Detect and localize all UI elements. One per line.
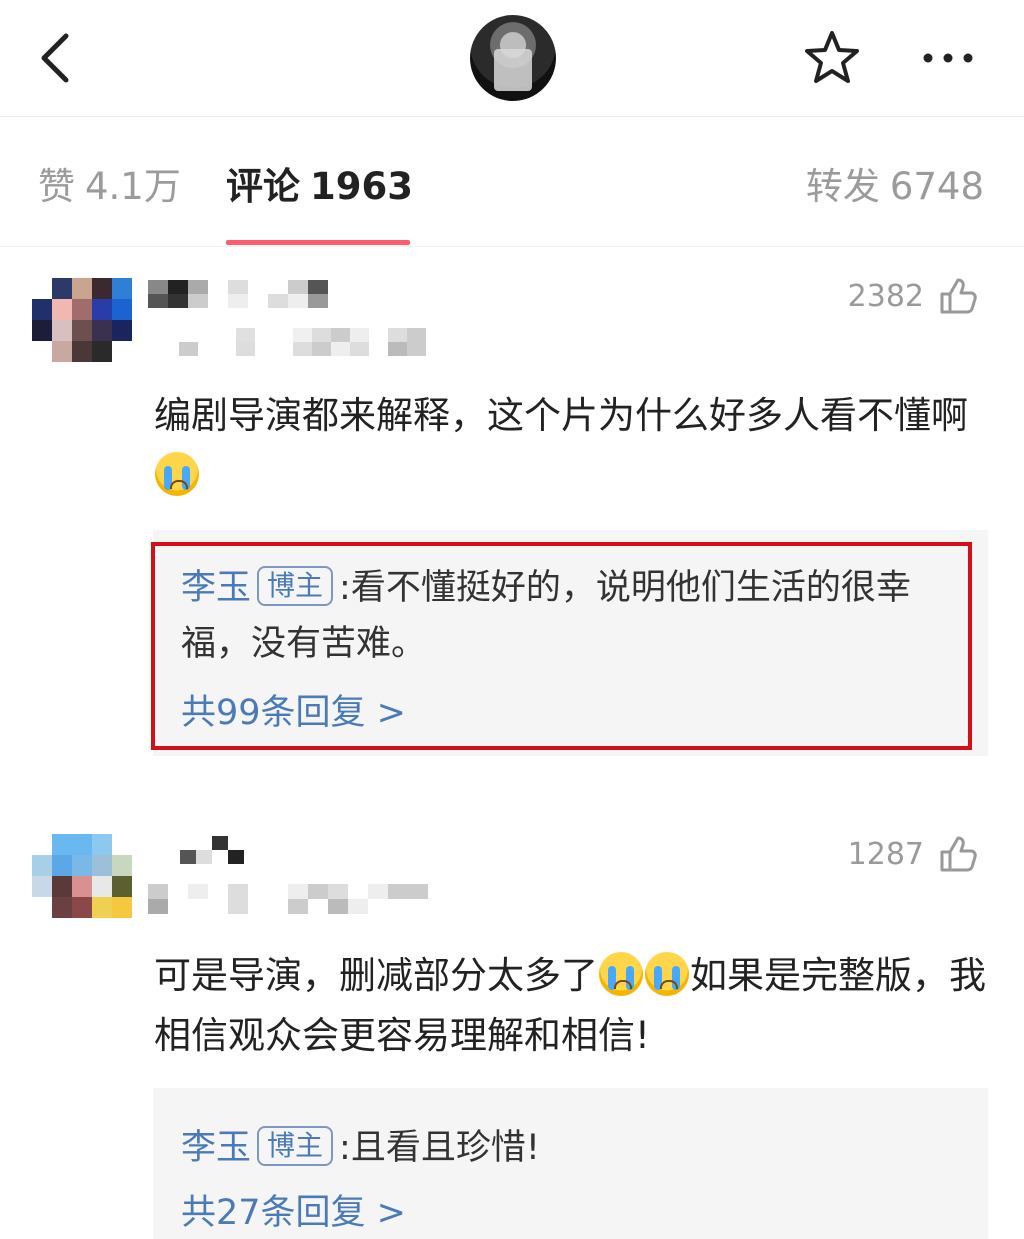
tab-comments-count: 1963 — [310, 165, 413, 208]
comment-text-body: 可是导演，删减部分太多了 — [154, 954, 598, 997]
commenter-avatar-pixelated[interactable] — [32, 278, 132, 362]
reply-author[interactable]: 李玉 — [181, 1128, 251, 1168]
tab-reposts[interactable]: 转发 6748 — [806, 156, 984, 210]
comment-meta-pixelated — [160, 328, 426, 356]
top-nav-bar — [0, 0, 1024, 117]
comment-item: 1287 可是导演，删减部分太多了 如果是完整版，我相信观众会更容易理解和相信! … — [0, 806, 1024, 1239]
like-count: 2382 — [847, 278, 924, 314]
commenter-name-pixelated[interactable] — [148, 280, 328, 308]
commenter-name-pixelated[interactable] — [180, 836, 244, 864]
reply-separator: : — [339, 1128, 351, 1168]
like-button[interactable]: 2382 — [848, 276, 978, 316]
back-icon[interactable] — [30, 28, 90, 88]
author-avatar[interactable] — [470, 15, 556, 101]
more-icon[interactable] — [916, 28, 980, 88]
tab-bar: 赞 4.1万 评论 1963 转发 6748 — [0, 116, 1024, 247]
blogger-badge: 博主 — [257, 1126, 334, 1166]
highlight-annotation-box — [151, 542, 972, 750]
tab-likes[interactable]: 赞 4.1万 — [38, 156, 181, 210]
reply-preview-box[interactable]: 李玉 博主:且看且珍惜! 共27条回复 > — [153, 1088, 988, 1239]
tab-likes-label: 赞 — [38, 165, 75, 208]
crying-emoji-icon — [155, 452, 199, 496]
reply-body: 且看且珍惜! — [350, 1128, 540, 1168]
comment-text-body: 编剧导演都来解释，这个片为什么好多人看不懂啊 — [154, 394, 968, 437]
thumbs-up-icon — [940, 278, 977, 314]
active-tab-indicator — [226, 240, 410, 245]
tab-likes-count: 4.1万 — [85, 165, 181, 208]
thumbs-up-icon — [940, 836, 977, 872]
tab-reposts-count: 6748 — [889, 165, 984, 208]
tab-reposts-label: 转发 — [805, 165, 880, 208]
comment-text: 可是导演，删减部分太多了 如果是完整版，我相信观众会更容易理解和相信! — [154, 946, 994, 1066]
comment-text: 编剧导演都来解释，这个片为什么好多人看不懂啊 — [154, 386, 994, 506]
commenter-avatar-pixelated[interactable] — [32, 834, 132, 918]
tab-comments-label: 评论 — [226, 165, 300, 208]
crying-emoji-icon — [645, 952, 689, 996]
like-button[interactable]: 1287 — [848, 834, 978, 874]
tab-comments[interactable]: 评论 1963 — [226, 156, 413, 210]
crying-emoji-icon — [599, 952, 643, 996]
reply-text: 李玉 博主:且看且珍惜! — [181, 1120, 964, 1176]
star-icon[interactable] — [802, 28, 862, 88]
like-count: 1287 — [847, 836, 924, 872]
view-more-replies[interactable]: 共27条回复 > — [181, 1184, 406, 1235]
comment-meta-pixelated — [148, 884, 428, 914]
